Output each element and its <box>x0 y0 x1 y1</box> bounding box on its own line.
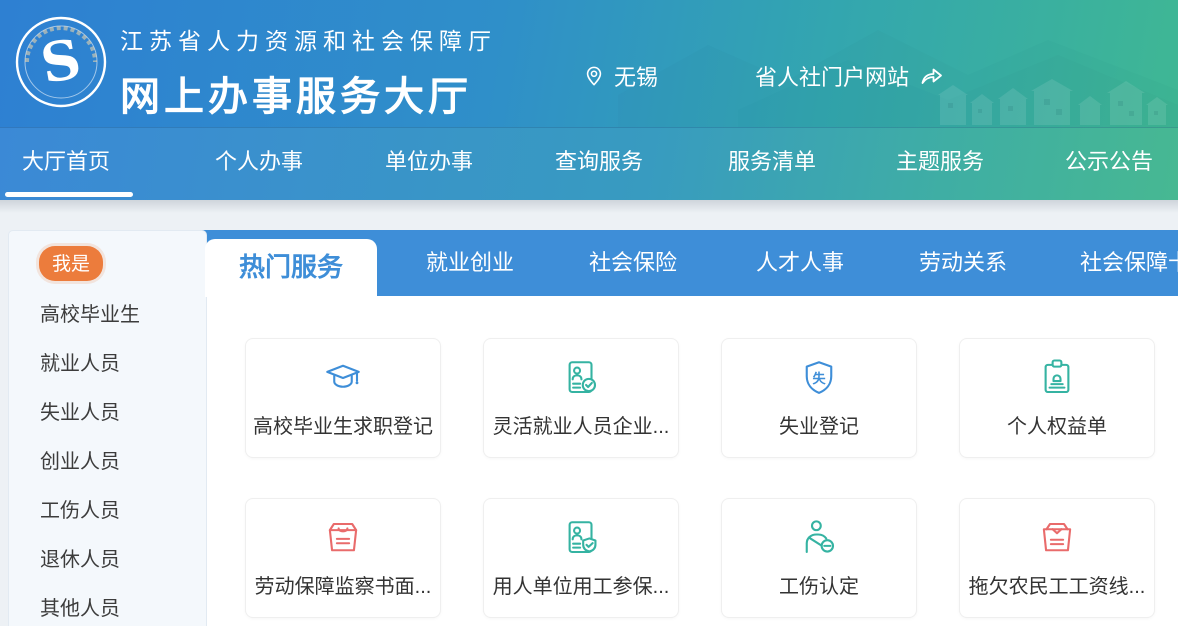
city-name: 无锡 <box>614 65 659 90</box>
graduation-cap-icon <box>326 364 360 388</box>
nav-item-public-notices[interactable]: 公示公告 <box>1065 127 1153 200</box>
city-selector[interactable]: 无锡 <box>583 60 658 92</box>
shield-shi-icon: 失 <box>805 361 833 394</box>
service-card-label: 工伤认定 <box>779 576 859 598</box>
persona-list: 高校毕业生 就业人员 失业人员 创业人员 工伤人员 退休人员 其他人员 <box>9 291 206 626</box>
svg-text:S: S <box>36 26 86 96</box>
nav-label: 大厅首页 <box>22 149 111 174</box>
village-houses-decoration <box>938 79 1168 125</box>
sidebar-item-retired[interactable]: 退休人员 <box>9 536 206 585</box>
portal-link-label: 省人社门户网站 <box>755 65 910 90</box>
external-share-arrow-icon <box>921 68 942 84</box>
service-card-label: 拖欠农民工工资线... <box>968 576 1146 598</box>
tab-talent-hr[interactable]: 人才人事 <box>756 230 844 296</box>
nav-item-themed-services[interactable]: 主题服务 <box>896 127 984 200</box>
id-document-shield-check-icon <box>568 521 597 554</box>
sidebar-item-college-graduates[interactable]: 高校毕业生 <box>9 291 206 340</box>
services-panel: 高校毕业生求职登记 灵活就业人员企业... 失 失业登记 个人权益单 劳动保障监… <box>207 296 1178 626</box>
nav-item-query-services[interactable]: 查询服务 <box>555 127 643 200</box>
nav-item-service-list[interactable]: 服务清单 <box>728 127 816 200</box>
page-title: 网上办事服务大厅 <box>120 75 472 119</box>
sidebar-item-work-injured[interactable]: 工伤人员 <box>9 487 206 536</box>
content-area: 我是 高校毕业生 就业人员 失业人员 创业人员 工伤人员 退休人员 其他人员 热… <box>0 200 1178 626</box>
tab-social-security-card[interactable]: 社会保障卡 <box>1080 230 1178 296</box>
service-card-label: 个人权益单 <box>1007 416 1107 438</box>
org-name: 江苏省人力资源和社会保障厅 <box>120 28 497 54</box>
i-am-badge: 我是 <box>39 246 104 281</box>
service-card-label: 灵活就业人员企业... <box>492 416 670 438</box>
service-card-label: 失业登记 <box>779 416 859 438</box>
service-card-grid: 高校毕业生求职登记 灵活就业人员企业... 失 失业登记 个人权益单 劳动保障监… <box>207 296 1178 618</box>
page-header: S 江苏省人力资源和社会保障厅 网上办事服务大厅 无锡 省人社门户网站 <box>0 0 1178 127</box>
service-card-migrant-wage-arrears-hotline[interactable]: 拖欠农民工工资线... <box>959 498 1155 618</box>
sidebar-item-employed[interactable]: 就业人员 <box>9 340 206 389</box>
tab-labor-relations[interactable]: 劳动关系 <box>919 230 1007 296</box>
service-card-personal-rights-statement[interactable]: 个人权益单 <box>959 338 1155 458</box>
injured-person-icon <box>805 520 835 554</box>
sidebar-item-others[interactable]: 其他人员 <box>9 585 206 626</box>
id-document-person-icon <box>568 361 597 394</box>
tab-hot-services[interactable]: 热门服务 <box>205 239 377 297</box>
persona-sidebar: 我是 高校毕业生 就业人员 失业人员 创业人员 工伤人员 退休人员 其他人员 <box>8 230 207 626</box>
site-titles: 江苏省人力资源和社会保障厅 网上办事服务大厅 <box>120 22 497 122</box>
service-card-label: 劳动保障监察书面... <box>254 576 432 598</box>
service-card-label: 用人单位用工参保... <box>492 576 670 598</box>
carton-box-icon <box>1042 522 1072 552</box>
service-card-labor-inspection-written[interactable]: 劳动保障监察书面... <box>245 498 441 618</box>
service-card-flexible-employment[interactable]: 灵活就业人员企业... <box>483 338 679 458</box>
svg-text:失: 失 <box>812 370 826 386</box>
open-archive-box-icon <box>328 522 358 552</box>
map-pin-icon <box>586 66 602 86</box>
service-card-label: 高校毕业生求职登记 <box>253 416 433 438</box>
service-card-unemployment-registration[interactable]: 失 失业登记 <box>721 338 917 458</box>
provincial-hrss-seal-logo: S <box>15 16 107 108</box>
service-card-work-injury-determination[interactable]: 工伤认定 <box>721 498 917 618</box>
tab-employment-startup[interactable]: 就业创业 <box>426 230 514 296</box>
clipboard-seal-icon <box>1044 359 1070 394</box>
nav-item-hall-home[interactable]: 大厅首页 <box>5 127 133 200</box>
sidebar-item-entrepreneurs[interactable]: 创业人员 <box>9 438 206 487</box>
sidebar-item-unemployed[interactable]: 失业人员 <box>9 389 206 438</box>
active-nav-underline <box>5 192 133 197</box>
nav-item-employer-services[interactable]: 单位办事 <box>385 127 473 200</box>
portal-site-link[interactable]: 省人社门户网站 <box>755 60 944 92</box>
service-card-graduate-job-registration[interactable]: 高校毕业生求职登记 <box>245 338 441 458</box>
tab-social-insurance[interactable]: 社会保险 <box>589 230 677 296</box>
nav-item-personal-services[interactable]: 个人办事 <box>215 127 303 200</box>
main-navigation: 大厅首页 个人办事 单位办事 查询服务 服务清单 主题服务 公示公告 <box>0 127 1178 200</box>
service-card-employer-enrollment[interactable]: 用人单位用工参保... <box>483 498 679 618</box>
